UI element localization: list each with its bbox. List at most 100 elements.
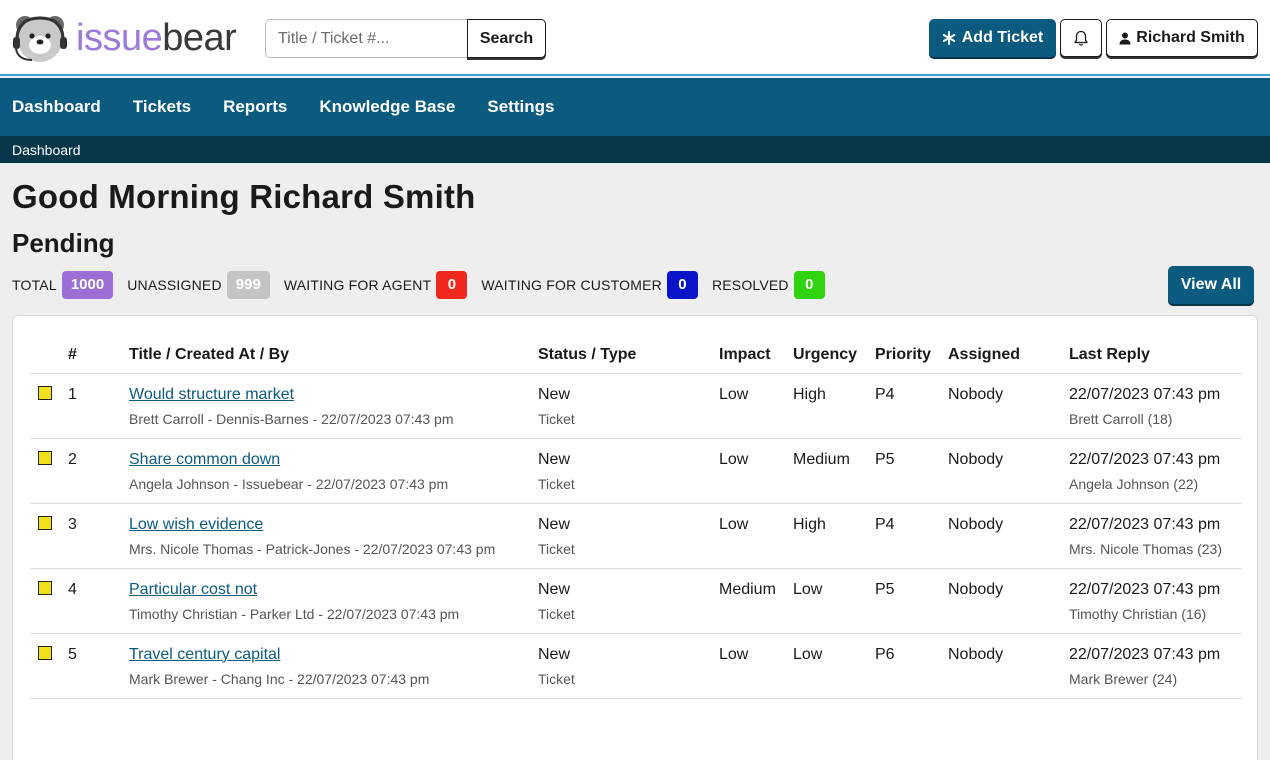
main-nav: Dashboard Tickets Reports Knowledge Base…	[0, 78, 1270, 136]
bear-headset-icon	[12, 12, 68, 64]
ticket-title-link[interactable]: Particular cost not	[129, 581, 257, 598]
stat-label: UNASSIGNED	[127, 277, 222, 293]
ticket-priority: P4	[875, 373, 948, 439]
col-impact[interactable]: Impact	[719, 337, 793, 374]
ticket-number: 4	[68, 568, 129, 634]
col-title[interactable]: Title / Created At / By	[129, 337, 538, 374]
stat-badge: 0	[436, 271, 468, 299]
ticket-impact: Low	[719, 633, 793, 699]
last-reply-date: 22/07/2023 07:43 pm	[1069, 385, 1221, 403]
table-row[interactable]: 2 Share common down Angela Johnson - Issu…	[30, 438, 1242, 504]
brand-name: issuebear	[76, 12, 237, 64]
user-menu-button[interactable]: Richard Smith	[1106, 19, 1258, 57]
ticket-meta: Brett Carroll - Dennis-Barnes - 22/07/20…	[129, 410, 454, 427]
ticket-title-link[interactable]: Travel century capital	[129, 646, 280, 663]
search-button[interactable]: Search	[467, 19, 546, 58]
tickets-card: # Title / Created At / By Status / Type …	[12, 315, 1258, 760]
col-priority[interactable]: Priority	[875, 337, 948, 374]
table-row[interactable]: 1 Would structure market Brett Carroll - …	[30, 373, 1242, 439]
ticket-impact: Low	[719, 503, 793, 569]
status-cell: New Ticket	[538, 373, 719, 439]
ticket-status: New	[538, 450, 571, 468]
col-last-reply[interactable]: Last Reply	[1069, 337, 1242, 374]
ticket-assigned: Nobody	[948, 438, 1069, 504]
table-row[interactable]: 4 Particular cost not Timothy Christian -…	[30, 568, 1242, 634]
ticket-urgency: High	[793, 373, 875, 439]
table-row[interactable]: 5 Travel century capital Mark Brewer - Ch…	[30, 633, 1242, 699]
ticket-assigned: Nobody	[948, 503, 1069, 569]
ticket-title-link[interactable]: Share common down	[129, 451, 280, 468]
stat-unassigned[interactable]: UNASSIGNED 999	[127, 271, 270, 299]
search-input[interactable]	[265, 19, 467, 58]
stat-label: TOTAL	[12, 277, 57, 293]
issuebear-logo[interactable]: issuebear	[12, 12, 237, 64]
ticket-priority: P4	[875, 503, 948, 569]
ticket-urgency: Low	[793, 633, 875, 699]
stat-badge: 0	[666, 271, 698, 299]
nav-reports[interactable]: Reports	[223, 97, 287, 117]
ticket-priority: P5	[875, 568, 948, 634]
person-icon	[1119, 32, 1131, 44]
stat-badge: 1000	[61, 271, 114, 299]
ticket-stats: TOTAL 1000 UNASSIGNED 999 WAITING FOR AG…	[12, 271, 839, 299]
breadcrumb-dashboard[interactable]: Dashboard	[12, 142, 81, 158]
ticket-status: New	[538, 385, 571, 403]
ticket-number: 5	[68, 633, 129, 699]
last-reply-by: Mark Brewer (24)	[1069, 670, 1178, 687]
ticket-number: 1	[68, 373, 129, 439]
priority-cell	[30, 568, 68, 634]
ticket-assigned: Nobody	[948, 633, 1069, 699]
title-cell: Travel century capital Mark Brewer - Chan…	[129, 633, 538, 699]
priority-cell	[30, 503, 68, 569]
ticket-title-link[interactable]: Low wish evidence	[129, 516, 263, 533]
status-cell: New Ticket	[538, 633, 719, 699]
stat-resolved[interactable]: RESOLVED 0	[712, 271, 825, 299]
last-reply-by: Mrs. Nicole Thomas (23)	[1069, 540, 1223, 557]
table-header-row: # Title / Created At / By Status / Type …	[30, 337, 1242, 374]
stat-badge: 0	[793, 271, 825, 299]
last-reply-date: 22/07/2023 07:43 pm	[1069, 515, 1221, 533]
table-row[interactable]: 3 Low wish evidence Mrs. Nicole Thomas - …	[30, 503, 1242, 569]
col-urgency[interactable]: Urgency	[793, 337, 875, 374]
last-reply-cell: 22/07/2023 07:43 pm Mark Brewer (24)	[1069, 633, 1242, 699]
priority-marker-icon	[38, 645, 52, 660]
title-cell: Share common down Angela Johnson - Issueb…	[129, 438, 538, 504]
nav-settings[interactable]: Settings	[487, 97, 554, 117]
ticket-type: Ticket	[538, 475, 575, 492]
priority-marker-icon	[38, 385, 52, 400]
priority-marker-icon	[38, 450, 52, 465]
notifications-button[interactable]	[1060, 19, 1102, 57]
add-ticket-label: Add Ticket	[961, 29, 1044, 46]
stat-label: RESOLVED	[711, 277, 789, 293]
stat-label: WAITING FOR CUSTOMER	[481, 277, 662, 293]
ticket-meta: Angela Johnson - Issuebear - 22/07/2023 …	[129, 475, 449, 492]
col-number[interactable]: #	[68, 337, 129, 374]
status-cell: New Ticket	[538, 503, 719, 569]
user-name: Richard Smith	[1136, 29, 1245, 46]
col-assigned[interactable]: Assigned	[948, 337, 1069, 374]
nav-knowledge-base[interactable]: Knowledge Base	[319, 97, 455, 117]
add-ticket-button[interactable]: Add Ticket	[929, 19, 1056, 57]
title-cell: Would structure market Brett Carroll - De…	[129, 373, 538, 439]
stat-waiting-for-agent[interactable]: WAITING FOR AGENT 0	[284, 271, 468, 299]
nav-dashboard[interactable]: Dashboard	[12, 97, 101, 117]
col-marker	[30, 337, 68, 374]
ticket-number: 3	[68, 503, 129, 569]
ticket-type: Ticket	[538, 670, 575, 687]
ticket-title-link[interactable]: Would structure market	[129, 386, 294, 403]
ticket-type: Ticket	[538, 605, 575, 622]
priority-cell	[30, 633, 68, 699]
stat-total[interactable]: TOTAL 1000	[12, 271, 114, 299]
status-cell: New Ticket	[538, 568, 719, 634]
nav-tickets[interactable]: Tickets	[133, 97, 191, 117]
last-reply-date: 22/07/2023 07:43 pm	[1069, 450, 1221, 468]
last-reply-cell: 22/07/2023 07:43 pm Angela Johnson (22)	[1069, 438, 1242, 504]
bell-icon	[1074, 30, 1088, 46]
col-status[interactable]: Status / Type	[538, 337, 719, 374]
brand-part-2: bear	[162, 17, 237, 59]
view-all-button[interactable]: View All	[1168, 266, 1254, 304]
stat-waiting-for-customer[interactable]: WAITING FOR CUSTOMER 0	[481, 271, 698, 299]
priority-marker-icon	[38, 515, 52, 530]
ticket-type: Ticket	[538, 410, 575, 427]
ticket-urgency: Medium	[793, 438, 875, 504]
